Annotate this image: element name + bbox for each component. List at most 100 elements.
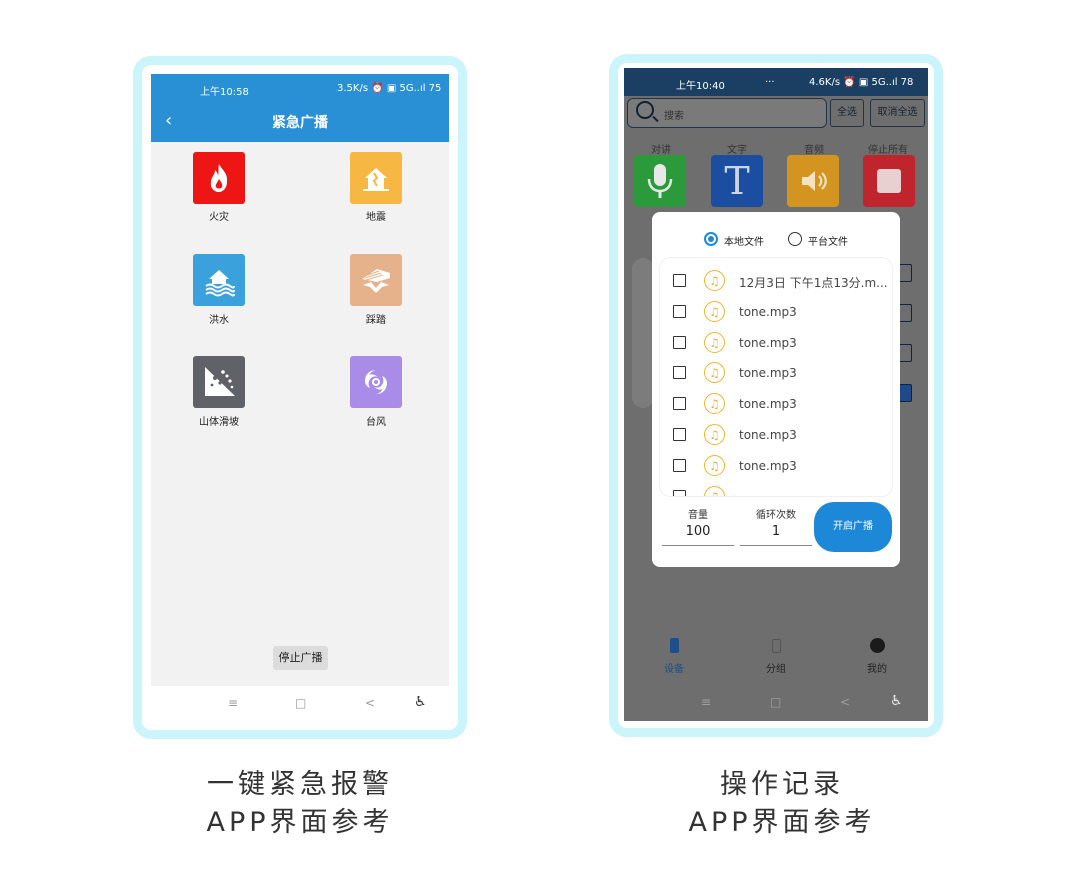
earthquake-house-icon	[363, 168, 389, 191]
profile-icon	[869, 638, 885, 653]
file-name: tone.mp3	[739, 305, 797, 319]
file-checkbox[interactable]	[673, 336, 686, 349]
music-note-icon: ♫	[704, 362, 725, 383]
search-handle-icon	[652, 115, 659, 123]
caption-right: 操作记录 APP界面参考	[632, 766, 932, 842]
action-label-text: 文字	[727, 145, 747, 156]
list-item[interactable]: ♫ tone.mp3	[660, 422, 892, 448]
radio-label-platform: 平台文件	[808, 237, 848, 248]
nav-menu-icon[interactable]: ≡	[228, 696, 238, 710]
stampede-icon	[362, 269, 390, 293]
device-row-peek	[632, 258, 654, 408]
text-button[interactable]: T	[711, 155, 763, 207]
caption-left-line1: 一键紧急报警	[207, 769, 393, 800]
list-item[interactable]: ♫ tone.mp3	[660, 391, 892, 417]
text-T-icon: T	[724, 159, 750, 203]
music-note-icon: ♫	[704, 270, 725, 291]
nav-home-icon[interactable]: □	[770, 695, 781, 709]
tab-devices[interactable]: 设备	[652, 638, 696, 675]
landslide-icon	[205, 367, 235, 396]
speaker-icon	[802, 171, 827, 191]
list-item[interactable]: ♫ tone.mp3	[660, 330, 892, 356]
tab-label-devices: 设备	[664, 664, 684, 675]
loop-count-label: 循环次数	[756, 510, 796, 521]
file-checkbox[interactable]	[673, 397, 686, 410]
file-checkbox[interactable]	[673, 366, 686, 379]
nav-back-icon[interactable]: <	[365, 696, 375, 710]
nav-back-icon[interactable]: <	[840, 695, 850, 709]
list-item[interactable]: ♫ tone.mp3	[660, 453, 892, 479]
status-dots: ···	[765, 77, 775, 88]
file-checkbox[interactable]	[673, 305, 686, 318]
file-checkbox[interactable]	[673, 459, 686, 472]
tab-profile[interactable]: 我的	[855, 638, 899, 675]
tile-fire[interactable]	[193, 152, 245, 204]
file-list[interactable]: ♫ 12月3日 下午1点13分.m... ♫ tone.mp3 ♫ tone.m…	[660, 258, 892, 496]
typhoon-icon	[365, 370, 387, 394]
status-time: 上午10:58	[200, 87, 249, 98]
accessibility-icon[interactable]: ♿	[890, 693, 903, 709]
tile-flood[interactable]	[193, 254, 245, 306]
nav-home-icon[interactable]: □	[295, 696, 306, 710]
loop-count-input[interactable]: 1	[740, 524, 812, 546]
volume-input[interactable]: 100	[662, 524, 734, 546]
file-name: 12月3日 下午1点13分.m...	[739, 276, 888, 290]
status-indicators: 4.6K/s ⏰ ▣ 5G..ıl 78	[809, 77, 914, 88]
status-indicators: 3.5K/s ⏰ ▣ 5G..ıl 75	[337, 83, 442, 94]
device-icon	[669, 638, 679, 653]
music-note-icon: ♫	[704, 393, 725, 414]
music-note-icon: ♫	[704, 486, 725, 496]
music-note-icon: ♫	[704, 424, 725, 445]
caption-right-line1: 操作记录	[720, 769, 844, 800]
stop-broadcast-button[interactable]: 停止广播	[273, 646, 328, 670]
tile-typhoon[interactable]	[350, 356, 402, 408]
search-placeholder: 搜索	[664, 111, 684, 122]
tile-earthquake[interactable]	[350, 152, 402, 204]
tab-groups[interactable]: 分组	[754, 638, 798, 675]
tile-landslide[interactable]	[193, 356, 245, 408]
intercom-button[interactable]	[634, 155, 686, 207]
tab-label-profile: 我的	[867, 664, 887, 675]
file-checkbox[interactable]	[673, 274, 686, 287]
deselect-all-button[interactable]: 取消全选	[870, 99, 925, 127]
group-icon	[771, 639, 781, 653]
list-item[interactable]: ♫ tone.mp3	[660, 360, 892, 386]
tile-label-typhoon: 台风	[366, 417, 386, 428]
phone-screen-left: 上午10:58 3.5K/s ⏰ ▣ 5G..ıl 75 ‹ 紧急广播 火灾 地…	[151, 74, 449, 721]
tab-label-groups: 分组	[766, 664, 786, 675]
tile-label-stampede: 踩踏	[366, 315, 386, 326]
stop-all-button[interactable]	[863, 155, 915, 207]
music-note-icon: ♫	[704, 455, 725, 476]
action-label-stop-all: 停止所有	[868, 145, 908, 156]
action-label-intercom: 对讲	[651, 145, 671, 156]
page-title: 紧急广播	[272, 115, 328, 131]
action-label-audio: 音频	[804, 145, 824, 156]
music-note-icon: ♫	[704, 301, 725, 322]
file-checkbox[interactable]	[673, 428, 686, 441]
tile-label-landslide: 山体滑坡	[199, 417, 239, 428]
radio-unselected-icon	[788, 232, 802, 246]
search-box[interactable]: 搜索	[627, 98, 827, 128]
file-checkbox[interactable]	[673, 490, 686, 496]
caption-left: 一键紧急报警 APP界面参考	[150, 766, 450, 842]
list-item[interactable]: ♫ 12月3日 下午1点13分.m...	[660, 268, 892, 294]
status-time: 上午10:40	[676, 81, 725, 92]
stop-icon	[877, 169, 901, 193]
list-item-partial: ♫	[660, 484, 892, 496]
select-all-button[interactable]: 全选	[830, 99, 864, 127]
radio-dot-icon	[708, 236, 714, 242]
tile-stampede[interactable]	[350, 254, 402, 306]
file-select-dialog: 本地文件 平台文件 ♫ 12月3日 下午1点13分.m... ♫ tone.mp…	[652, 212, 900, 567]
start-broadcast-button[interactable]: 开启广播	[814, 502, 892, 552]
tile-label-earthquake: 地震	[366, 212, 386, 223]
accessibility-icon[interactable]: ♿	[414, 694, 427, 710]
file-name: tone.mp3	[739, 366, 797, 380]
file-name: tone.mp3	[739, 428, 797, 442]
list-item[interactable]: ♫ tone.mp3	[660, 299, 892, 325]
fire-icon	[210, 164, 228, 192]
phone-screen-right: 上午10:40 ··· 4.6K/s ⏰ ▣ 5G..ıl 78 搜索 全选 取…	[624, 68, 928, 721]
nav-menu-icon[interactable]: ≡	[701, 695, 711, 709]
file-name: tone.mp3	[739, 397, 797, 411]
audio-button[interactable]	[787, 155, 839, 207]
volume-label: 音量	[688, 510, 708, 521]
